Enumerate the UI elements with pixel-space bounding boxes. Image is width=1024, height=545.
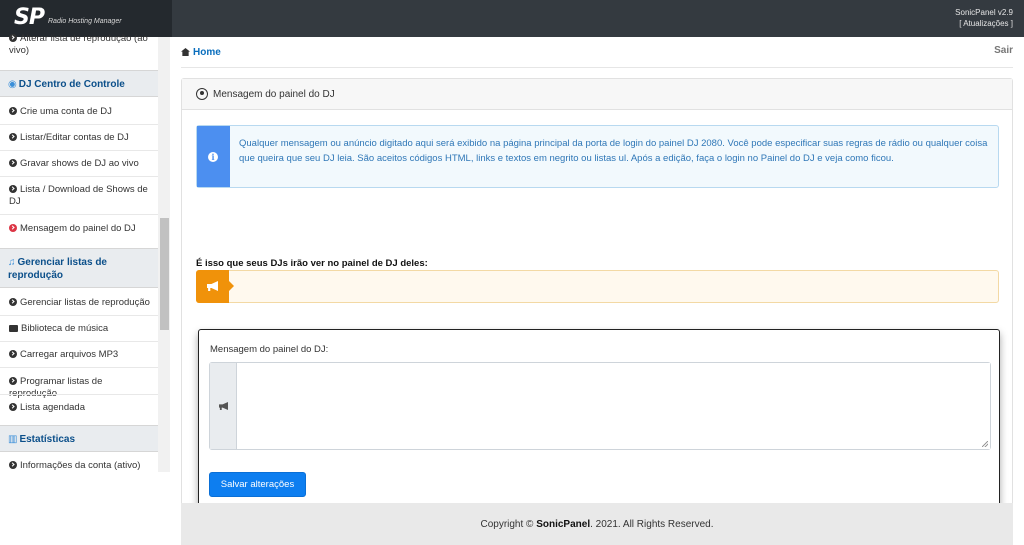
bar-chart-icon: ▥ xyxy=(8,434,18,445)
chevron-circle-icon xyxy=(9,185,17,193)
sidebar-item-mensagem-painel[interactable]: Mensagem do painel do DJ xyxy=(0,223,158,235)
sidebar-item-lista-agendada[interactable]: Lista agendada xyxy=(0,402,158,414)
user-circle-icon xyxy=(196,88,208,100)
sidebar-item-alterar-lista[interactable]: Alterar lista de reprodução (ao vivo) xyxy=(0,33,158,57)
home-icon xyxy=(181,48,190,56)
save-button[interactable]: Salvar alterações xyxy=(209,472,306,497)
message-textarea[interactable] xyxy=(237,363,990,449)
info-text: Qualquer mensagem ou anúncio digitado aq… xyxy=(239,138,988,164)
chevron-circle-icon xyxy=(9,224,17,232)
logo[interactable]: SP Radio Hosting Manager xyxy=(0,0,172,37)
dj-message-card: Mensagem do painel do DJ i Qualquer mens… xyxy=(181,78,1013,526)
divider xyxy=(181,67,1013,68)
info-callout: i Qualquer mensagem ou anúncio digitado … xyxy=(196,125,999,188)
music-note-icon: ♫ xyxy=(8,257,16,268)
logo-tagline: Radio Hosting Manager xyxy=(48,18,122,25)
divider xyxy=(0,214,158,215)
divider xyxy=(0,341,158,342)
footer-brand: SonicPanel xyxy=(536,519,591,530)
message-preview xyxy=(196,270,999,303)
sidebar-section-title: Estatísticas xyxy=(19,434,76,445)
divider xyxy=(0,124,158,125)
chevron-circle-icon xyxy=(9,377,17,385)
updates-link[interactable]: [ Atualizações ] xyxy=(955,18,1013,29)
divider xyxy=(0,315,158,316)
footer: Copyright © SonicPanel. 2021. All Rights… xyxy=(181,503,1013,545)
chevron-circle-icon xyxy=(9,350,17,358)
user-circle-icon: ◉ xyxy=(8,79,17,90)
sidebar-item-label: Biblioteca de música xyxy=(21,323,109,334)
top-bar: SP Radio Hosting Manager SonicPanel v2.9… xyxy=(0,0,1024,37)
sidebar-section-estatisticas[interactable]: ▥ Estatísticas xyxy=(0,425,158,452)
chevron-circle-icon xyxy=(9,298,17,306)
sidebar-item-programar-listas[interactable]: Programar listas de reprodução xyxy=(0,376,158,400)
divider xyxy=(0,150,158,151)
chevron-circle-icon xyxy=(9,133,17,141)
sidebar-item-label: Crie uma conta de DJ xyxy=(20,106,112,117)
version-info: SonicPanel v2.9 [ Atualizações ] xyxy=(955,7,1013,29)
breadcrumb[interactable]: Home xyxy=(181,47,221,58)
sidebar-item-label: Listar/Editar contas de DJ xyxy=(20,132,129,143)
chevron-circle-icon xyxy=(9,34,17,42)
footer-text: Copyright © SonicPanel. 2021. All Rights… xyxy=(181,519,1013,530)
preview-label: É isso que seus DJs irão ver no painel d… xyxy=(196,258,428,269)
chevron-circle-icon xyxy=(9,403,17,411)
logout-link[interactable]: Sair xyxy=(994,45,1013,56)
sidebar-item-gerenciar-listas[interactable]: Gerenciar listas de reprodução xyxy=(0,297,158,309)
card-header: Mensagem do painel do DJ xyxy=(182,79,1012,110)
divider xyxy=(0,394,158,395)
divider xyxy=(0,176,158,177)
message-input-group xyxy=(209,362,991,450)
preview-strip xyxy=(196,270,234,303)
sidebar-item-listar-dj[interactable]: Listar/Editar contas de DJ xyxy=(0,132,158,144)
sidebar-item-criar-dj[interactable]: Crie uma conta de DJ xyxy=(0,106,158,118)
folder-icon xyxy=(9,325,18,332)
sidebar-item-label: Alterar lista de reprodução (ao vivo) xyxy=(9,33,148,56)
chevron-circle-icon xyxy=(9,107,17,115)
megaphone-icon xyxy=(219,402,228,410)
sidebar-item-label: Programar listas de reprodução xyxy=(9,376,103,399)
footer-prefix: Copyright © xyxy=(480,519,534,530)
logo-mark: SP xyxy=(14,5,45,30)
editor-label: Mensagem do painel do DJ: xyxy=(210,344,329,355)
sidebar-section-title: Gerenciar listas de reprodução xyxy=(8,257,107,281)
message-editor: Mensagem do painel do DJ: Salvar alteraç… xyxy=(198,329,1000,515)
info-strip: i xyxy=(197,126,230,187)
version-label: SonicPanel v2.9 xyxy=(955,8,1013,17)
sidebar-section-title: DJ Centro de Controle xyxy=(18,79,125,90)
breadcrumb-home[interactable]: Home xyxy=(193,47,221,58)
sidebar-item-label: Lista agendada xyxy=(20,402,85,413)
sidebar-item-gravar-shows[interactable]: Gravar shows de DJ ao vivo xyxy=(0,158,158,170)
sidebar-item-carregar-mp3[interactable]: Carregar arquivos MP3 xyxy=(0,349,158,361)
footer-suffix: . 2021. All Rights Reserved. xyxy=(590,519,714,530)
card-title: Mensagem do painel do DJ xyxy=(213,89,335,100)
info-icon: i xyxy=(208,152,218,162)
sidebar-item-label: Gravar shows de DJ ao vivo xyxy=(20,158,139,169)
sidebar-item-info-conta[interactable]: Informações da conta (ativo) xyxy=(0,460,158,471)
sidebar-item-download-shows[interactable]: Lista / Download de Shows de DJ xyxy=(0,184,158,208)
sidebar-item-label: Lista / Download de Shows de DJ xyxy=(9,184,148,207)
input-addon xyxy=(210,363,237,449)
sidebar-item-label: Gerenciar listas de reprodução xyxy=(20,297,150,308)
megaphone-icon xyxy=(207,281,218,291)
divider xyxy=(0,367,158,368)
sidebar-section-dj[interactable]: ◉ DJ Centro de Controle xyxy=(0,70,158,97)
sidebar-scroll-thumb[interactable] xyxy=(160,218,169,330)
sidebar-item-label: Carregar arquivos MP3 xyxy=(20,349,119,360)
chevron-circle-icon xyxy=(9,461,17,469)
sidebar-item-label: Mensagem do painel do DJ xyxy=(20,223,136,234)
sidebar-item-label: Informações da conta (ativo) xyxy=(20,460,141,471)
sidebar-section-playlists[interactable]: ♫ Gerenciar listas de reprodução xyxy=(0,248,158,288)
chevron-circle-icon xyxy=(9,159,17,167)
sidebar-item-biblioteca[interactable]: Biblioteca de música xyxy=(0,323,158,335)
resize-handle[interactable] xyxy=(982,441,988,447)
